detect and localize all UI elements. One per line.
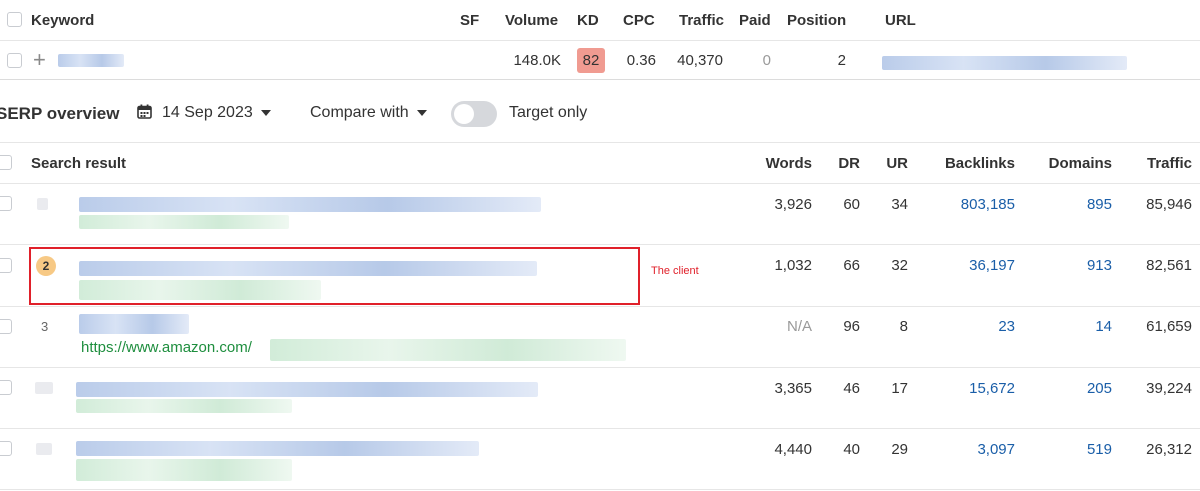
compare-with-label: Compare with xyxy=(310,104,409,121)
compare-with-dropdown[interactable]: Compare with xyxy=(310,104,427,122)
keyword-row-checkbox[interactable] xyxy=(7,53,22,68)
result-words: 3,365 xyxy=(774,380,812,397)
result-words: N/A xyxy=(786,318,812,335)
col-header-dr[interactable]: DR xyxy=(820,155,860,172)
col-header-domains[interactable]: Domains xyxy=(1030,155,1112,172)
result-traffic: 82,561 xyxy=(1146,257,1192,274)
calendar-icon xyxy=(137,104,152,119)
col-header-traffic[interactable]: Traffic xyxy=(679,12,724,29)
result-backlinks-link[interactable]: 3,097 xyxy=(924,441,1015,458)
date-picker[interactable]: 14 Sep 2023 xyxy=(137,104,271,122)
add-keyword-icon[interactable]: + xyxy=(33,47,46,73)
result-url-redacted[interactable] xyxy=(270,339,626,361)
select-all-results-checkbox[interactable] xyxy=(0,155,12,170)
chevron-down-icon xyxy=(416,109,427,116)
target-only-toggle[interactable] xyxy=(451,101,497,127)
result-title-redacted[interactable] xyxy=(76,441,479,456)
result-words: 3,926 xyxy=(774,196,812,213)
col-header-volume[interactable]: Volume xyxy=(505,12,558,29)
chevron-down-icon xyxy=(260,109,271,116)
col-header-position[interactable]: Position xyxy=(787,12,846,29)
result-row-checkbox[interactable] xyxy=(0,380,12,395)
result-url-redacted[interactable] xyxy=(76,459,292,481)
result-url-redacted[interactable] xyxy=(79,215,289,229)
result-title-redacted[interactable] xyxy=(76,382,538,397)
result-dr: 46 xyxy=(843,380,860,397)
col-header-kd[interactable]: KD xyxy=(577,12,599,29)
result-domains-link[interactable]: 895 xyxy=(1030,196,1112,213)
result-row-checkbox[interactable] xyxy=(0,258,12,273)
keyword-difficulty-badge: 82 xyxy=(577,48,605,73)
result-words: 4,440 xyxy=(774,441,812,458)
col-header-search-result[interactable]: Search result xyxy=(31,155,126,172)
result-traffic: 39,224 xyxy=(1146,380,1192,397)
keyword-position: 2 xyxy=(837,52,846,69)
result-dr: 60 xyxy=(843,196,860,213)
result-words: 1,032 xyxy=(774,257,812,274)
rank-redacted xyxy=(35,382,53,394)
col-header-ur[interactable]: UR xyxy=(868,155,908,172)
keyword-cpc: 0.36 xyxy=(626,52,656,69)
serp-overview-title: SERP overview xyxy=(0,104,120,123)
result-dr: 66 xyxy=(843,257,860,274)
rank-number: 3 xyxy=(41,319,49,334)
result-backlinks-link[interactable]: 23 xyxy=(924,318,1015,335)
client-annotation: The client xyxy=(651,265,699,277)
col-header-paid[interactable]: Paid xyxy=(739,12,771,29)
result-domains-link[interactable]: 205 xyxy=(1030,380,1112,397)
result-backlinks-link[interactable]: 36,197 xyxy=(924,257,1015,274)
col-header-keyword[interactable]: Keyword xyxy=(31,12,94,29)
result-traffic: 61,659 xyxy=(1146,318,1192,335)
result-domains-link[interactable]: 913 xyxy=(1030,257,1112,274)
result-row-checkbox[interactable] xyxy=(0,441,12,456)
result-dr: 40 xyxy=(843,441,860,458)
result-traffic: 26,312 xyxy=(1146,441,1192,458)
result-backlinks-link[interactable]: 803,185 xyxy=(924,196,1015,213)
col-header-traffic[interactable]: Traffic xyxy=(1120,155,1192,172)
result-ur: 8 xyxy=(899,318,908,335)
keyword-traffic: 40,370 xyxy=(677,52,723,69)
result-title-redacted[interactable] xyxy=(79,314,189,334)
result-url-link[interactable]: https://www.amazon.com/ xyxy=(81,339,252,356)
col-header-sf[interactable]: SF xyxy=(460,12,479,29)
client-highlight-box xyxy=(29,247,640,305)
result-ur: 29 xyxy=(891,441,908,458)
result-ur: 17 xyxy=(891,380,908,397)
result-title-redacted[interactable] xyxy=(79,197,541,212)
keyword-volume: 148.0K xyxy=(513,52,561,69)
keyword-url-redacted[interactable] xyxy=(882,56,1127,70)
result-dr: 96 xyxy=(843,318,860,335)
keyword-paid: 0 xyxy=(762,52,771,69)
keyword-text-redacted[interactable] xyxy=(58,54,124,67)
result-ur: 34 xyxy=(891,196,908,213)
result-row-checkbox[interactable] xyxy=(0,319,12,334)
result-row-checkbox[interactable] xyxy=(0,196,12,211)
rank-redacted xyxy=(37,198,48,210)
result-backlinks-link[interactable]: 15,672 xyxy=(924,380,1015,397)
col-header-cpc[interactable]: CPC xyxy=(623,12,655,29)
col-header-url[interactable]: URL xyxy=(885,12,916,29)
rank-redacted xyxy=(36,443,52,455)
result-domains-link[interactable]: 519 xyxy=(1030,441,1112,458)
result-ur: 32 xyxy=(891,257,908,274)
date-label: 14 Sep 2023 xyxy=(162,104,253,121)
col-header-words[interactable]: Words xyxy=(740,155,812,172)
col-header-backlinks[interactable]: Backlinks xyxy=(924,155,1015,172)
result-traffic: 85,946 xyxy=(1146,196,1192,213)
toggle-knob xyxy=(454,104,474,124)
result-domains-link[interactable]: 14 xyxy=(1030,318,1112,335)
select-all-keywords-checkbox[interactable] xyxy=(7,12,22,27)
result-url-redacted[interactable] xyxy=(76,399,292,413)
target-only-label: Target only xyxy=(509,104,588,121)
